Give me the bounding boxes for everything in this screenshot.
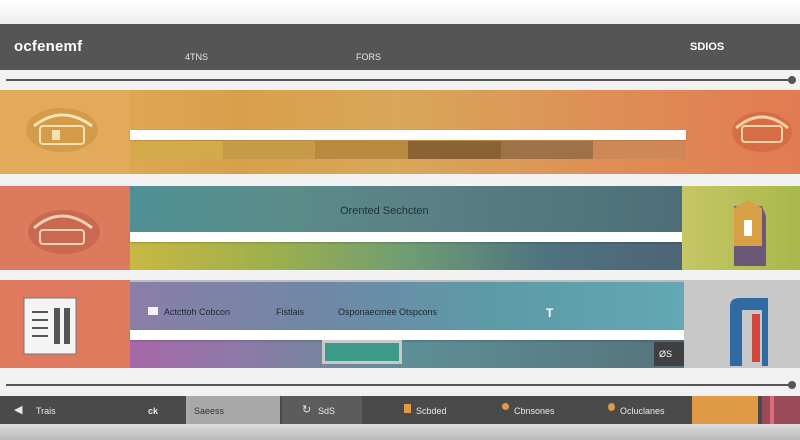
bottom-item-5[interactable]: Scbded <box>364 396 464 424</box>
row-2-highlight-bar <box>130 232 682 242</box>
band-swatch <box>222 141 316 159</box>
header-status[interactable]: SDIOS <box>690 41 724 53</box>
row-2-panel-gradient <box>130 242 682 270</box>
nav-item-2[interactable]: FORS <box>356 52 381 62</box>
bottom-item-4[interactable]: ↻ SdS <box>282 396 362 424</box>
row-2-side-thumbnail <box>682 186 800 270</box>
row-3-field-2[interactable]: Fistlais <box>276 307 304 317</box>
content-row-3[interactable]: Actcttoh Cobcon Fistlais Osponaecmee Ots… <box>0 280 800 368</box>
house-icon <box>26 108 98 152</box>
document-icon <box>23 297 77 355</box>
nav-item-1[interactable]: 4TNS <box>185 52 208 62</box>
row-3-panel-gradient <box>130 340 684 368</box>
inbox-icon <box>28 210 100 254</box>
band-swatch <box>408 141 501 159</box>
row-3-side-thumbnail <box>684 280 800 368</box>
row-3-badge[interactable]: ØS <box>654 342 684 366</box>
band-swatch <box>315 141 409 159</box>
footer-divider <box>6 381 796 389</box>
bottom-toolbar: ◀ Trais ck Saeess ↻ SdS Scbded Cbnsones … <box>0 396 800 424</box>
band-swatch <box>130 141 223 159</box>
band-swatch <box>593 141 687 159</box>
band-swatch <box>500 141 594 159</box>
bottom-item-6[interactable]: Cbnsones <box>466 396 576 424</box>
tag-icon <box>148 307 158 315</box>
row-3-field-3[interactable]: Osponaecmee Otspcons <box>338 307 437 317</box>
refresh-icon: ↻ <box>302 404 312 416</box>
door-icon <box>730 298 768 366</box>
content-row-1[interactable] <box>0 90 800 174</box>
divider-stripe <box>770 396 774 424</box>
bulb-icon <box>608 403 615 411</box>
house-icon-right <box>732 112 792 152</box>
app-header: ocfenemf 4TNS FORS SDIOS <box>0 24 800 70</box>
row-2-panel-title: Orented Sechcten <box>340 205 429 217</box>
bottom-item-2[interactable]: ck <box>146 396 182 424</box>
row-3-thumbnail <box>0 280 130 368</box>
shield-icon <box>734 200 766 266</box>
row-3-marker: T <box>546 306 554 320</box>
header-divider <box>6 76 796 84</box>
row-1-color-band <box>130 141 687 159</box>
row-1-thumbnail <box>0 90 130 174</box>
bottom-item-7[interactable]: Ocluclanes <box>578 396 686 424</box>
row-3-input-box[interactable] <box>322 340 402 364</box>
bottom-extra-button[interactable] <box>762 396 800 424</box>
window-top-strip <box>0 0 800 24</box>
bottom-item-1[interactable]: ◀ Trais <box>14 396 142 424</box>
key-icon <box>404 404 411 413</box>
app-brand[interactable]: ocfenemf <box>14 38 82 55</box>
arrow-left-icon: ◀ <box>14 404 23 416</box>
row-3-highlight-bar <box>130 330 684 340</box>
screen-reflection <box>0 424 800 440</box>
bottom-accent-button[interactable] <box>692 396 758 424</box>
pin-icon <box>502 403 509 410</box>
row-3-field-1[interactable]: Actcttoh Cobcon <box>164 307 230 317</box>
row-1-highlight-bar <box>130 130 686 140</box>
content-row-2[interactable]: Orented Sechcten <box>0 186 800 270</box>
bottom-item-3[interactable]: Saeess <box>186 396 280 424</box>
row-2-thumbnail <box>0 186 130 270</box>
